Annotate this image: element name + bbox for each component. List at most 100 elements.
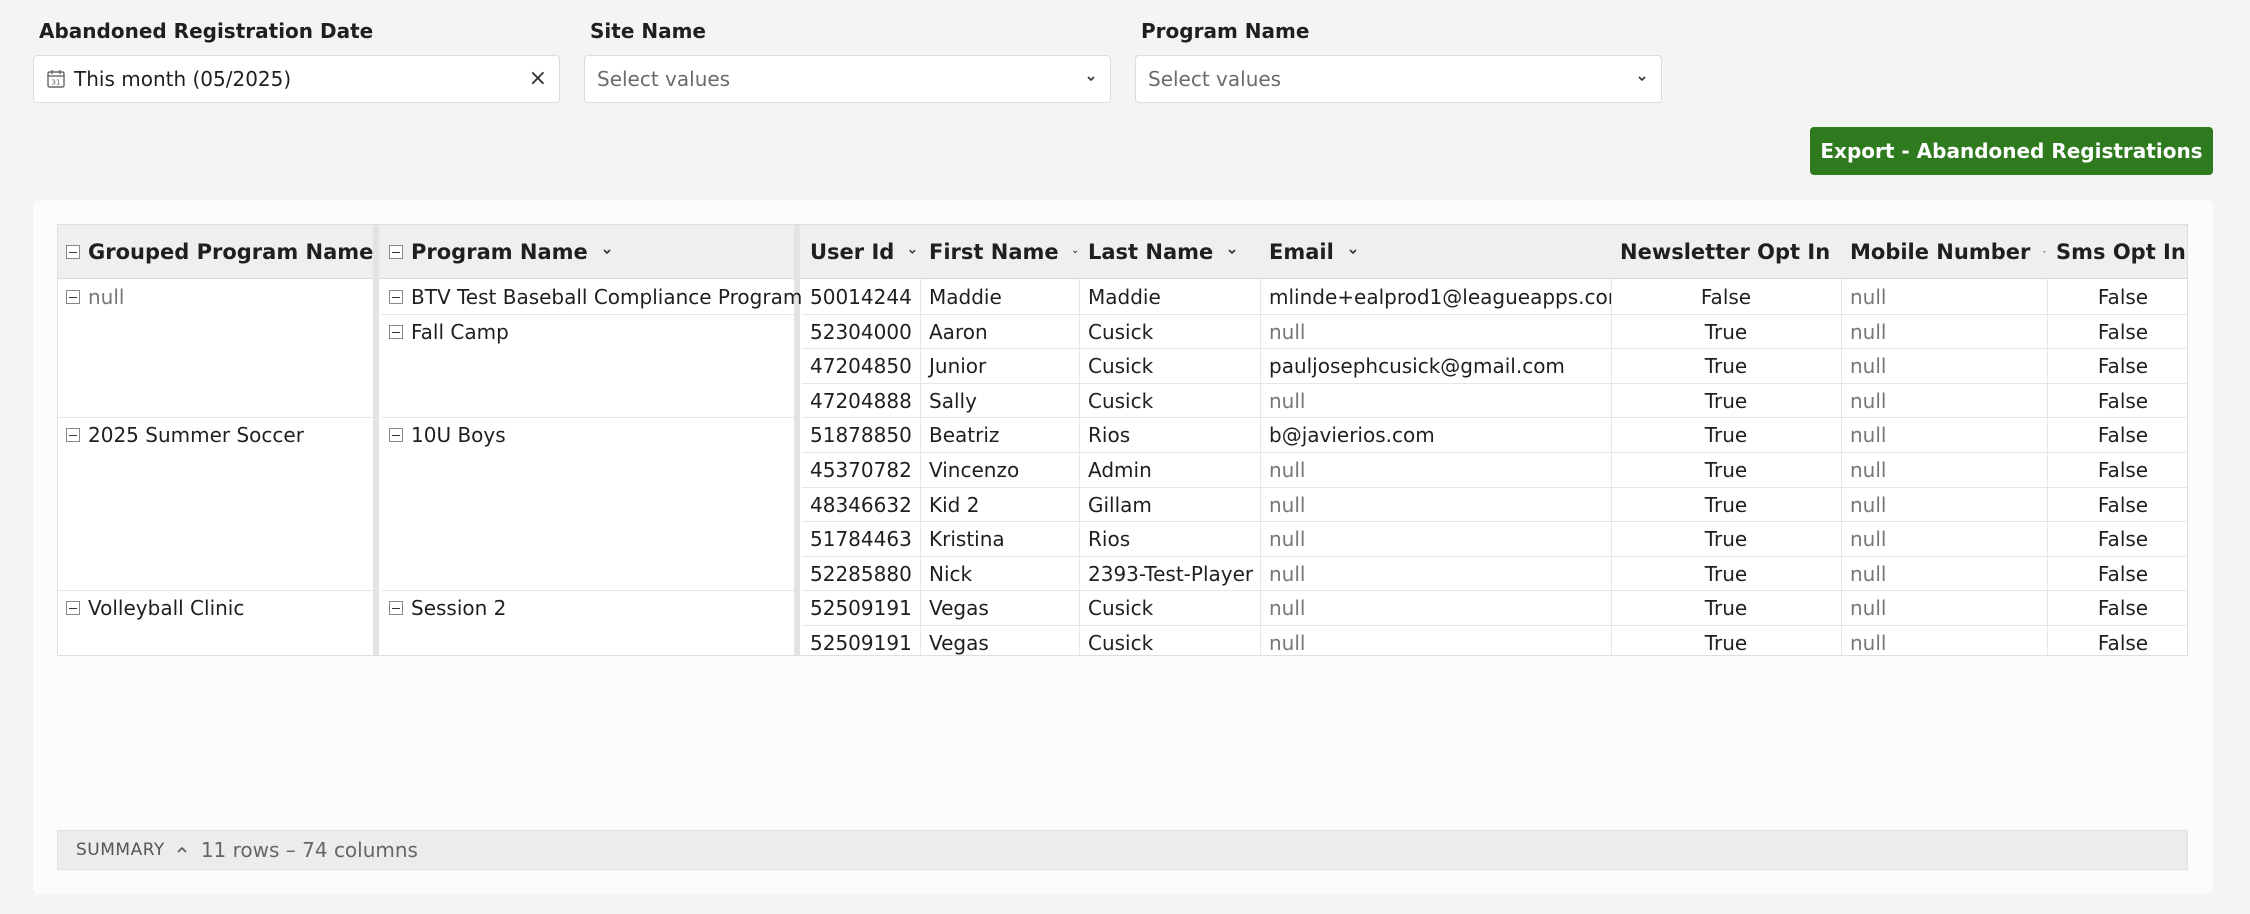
column-header-newsletter-opt-in[interactable]: Newsletter Opt In: [1612, 225, 1840, 279]
table-cell: Nick: [929, 561, 973, 586]
table-cell: False: [2097, 388, 2149, 413]
table-cell: False: [2097, 319, 2149, 344]
program-name: Session 2: [411, 596, 507, 621]
chevron-down-icon[interactable]: [906, 245, 919, 259]
program-divider: [381, 590, 794, 592]
column-header-label: First Name: [929, 240, 1059, 264]
table-cell: Sally: [929, 388, 977, 413]
program-cell: Session 2: [381, 591, 794, 625]
table-cell: null: [1269, 596, 1306, 621]
program-divider: [381, 417, 794, 419]
column-header-last-name[interactable]: Last Name: [1080, 225, 1260, 279]
collapse-icon[interactable]: [66, 601, 80, 616]
table-cell: null: [1269, 631, 1306, 655]
column-header-label: Email: [1269, 240, 1334, 264]
collapse-icon[interactable]: [389, 601, 403, 616]
table-cell: True: [1704, 631, 1748, 655]
chevron-down-icon[interactable]: [1346, 245, 1360, 259]
table-cell: Cusick: [1088, 596, 1154, 621]
table-cell: True: [1704, 423, 1748, 448]
table-cell: mlinde+ealprod1@leagueapps.com: [1269, 285, 1611, 309]
table-cell: null: [1269, 492, 1306, 517]
table-cell: 52509191: [810, 631, 912, 655]
column-header-program-name[interactable]: Program Name: [381, 225, 796, 279]
table-cell: Cusick: [1088, 319, 1154, 344]
table-cell: 51784463: [810, 527, 912, 552]
column-header-mobile-number[interactable]: Mobile Number: [1842, 225, 2047, 279]
collapse-icon[interactable]: [389, 324, 403, 339]
table-cell: null: [1850, 631, 1887, 655]
calendar-icon: 31: [47, 70, 65, 88]
table-cell: 45370782: [810, 458, 912, 482]
table-cell: True: [1704, 527, 1748, 552]
export-abandoned-registrations-button[interactable]: Export - Abandoned Registrations: [1810, 127, 2213, 175]
table-cell: Cusick: [1088, 631, 1154, 655]
table-cell: True: [1704, 561, 1748, 586]
grouped-program-cell: null: [58, 280, 373, 314]
site-name-select[interactable]: Select values: [584, 55, 1111, 103]
table-cell: Beatriz: [929, 423, 1000, 448]
table-cell: null: [1850, 423, 1887, 448]
column-header-label: Sms Opt In: [2056, 240, 2186, 264]
grouped-program-cell: 2025 Summer Soccer: [58, 418, 373, 452]
table-cell: pauljosephcusick@gmail.com: [1269, 354, 1565, 379]
filter-label: Abandoned Registration Date: [39, 19, 374, 43]
group-divider: [58, 417, 373, 419]
table-cell: False: [2097, 561, 2149, 586]
collapse-icon[interactable]: [389, 290, 403, 304]
table-cell: 52304000: [810, 319, 912, 344]
select-placeholder: Select values: [1148, 67, 1282, 91]
table-cell: null: [1269, 388, 1306, 413]
group-divider: [58, 590, 373, 592]
collapse-icon[interactable]: [66, 245, 80, 259]
chevron-down-icon[interactable]: [1071, 245, 1079, 259]
chevron-up-icon[interactable]: [175, 843, 189, 857]
collapse-icon[interactable]: [389, 428, 403, 443]
table-cell: null: [1850, 319, 1887, 344]
table-cell: True: [1704, 596, 1748, 621]
collapse-icon[interactable]: [66, 290, 80, 304]
collapse-icon[interactable]: [66, 428, 80, 443]
table-cell: Maddie: [929, 285, 1002, 309]
table-cell: null: [1269, 319, 1306, 344]
table-cell: Cusick: [1088, 388, 1154, 413]
grouped-program-name: 2025 Summer Soccer: [88, 423, 304, 448]
program-cell: BTV Test Baseball Compliance Program: [381, 280, 802, 314]
table-cell: False: [2097, 423, 2149, 448]
table-cell: 52285880: [810, 561, 912, 586]
column-header-first-name[interactable]: First Name: [921, 225, 1079, 279]
column-header-label: Grouped Program Name: [88, 240, 373, 264]
table-cell: Maddie: [1088, 285, 1161, 309]
summary-bar[interactable]: SUMMARY 11 rows – 74 columns: [57, 830, 2188, 870]
collapse-icon[interactable]: [389, 245, 403, 259]
program-name-select[interactable]: Select values: [1135, 55, 1662, 103]
chevron-down-icon: [1638, 76, 1646, 82]
column-header-label: Mobile Number: [1850, 240, 2031, 264]
table-cell: True: [1704, 388, 1748, 413]
column-header-grouped-program-name[interactable]: Grouped Program Name: [58, 225, 373, 279]
table-cell: null: [1850, 596, 1887, 621]
date-range-picker[interactable]: 31 This month (05/2025) ×: [33, 55, 560, 103]
table-cell: 2393-Test-Player: [1088, 561, 1254, 586]
column-header-sms-opt-in[interactable]: Sms Opt In: [2048, 225, 2187, 279]
chevron-down-icon[interactable]: [600, 245, 614, 259]
table-cell: null: [1850, 527, 1887, 552]
filter-label: Program Name: [1141, 19, 1310, 43]
table-cell: False: [2097, 527, 2149, 552]
table-cell: null: [1850, 388, 1887, 413]
filter-abandoned-registration-date: Abandoned Registration Date 31 This mont…: [33, 17, 560, 103]
table-cell: Rios: [1088, 527, 1131, 552]
column-header-user-id[interactable]: User Id: [802, 225, 919, 279]
filter-label: Site Name: [590, 19, 706, 43]
table-cell: 50014244: [810, 285, 912, 309]
clear-icon[interactable]: ×: [529, 68, 547, 90]
chevron-down-icon[interactable]: [1225, 245, 1239, 259]
table-cell: False: [2097, 596, 2149, 621]
table-cell: 48346632: [810, 492, 912, 517]
chevron-down-icon[interactable]: [2042, 245, 2047, 259]
svg-text:31: 31: [52, 79, 61, 87]
column-header-email[interactable]: Email: [1261, 225, 1611, 279]
table-cell: Kid 2: [929, 492, 980, 517]
program-name: BTV Test Baseball Compliance Program: [411, 285, 803, 309]
table-cell: 47204888: [810, 388, 912, 413]
